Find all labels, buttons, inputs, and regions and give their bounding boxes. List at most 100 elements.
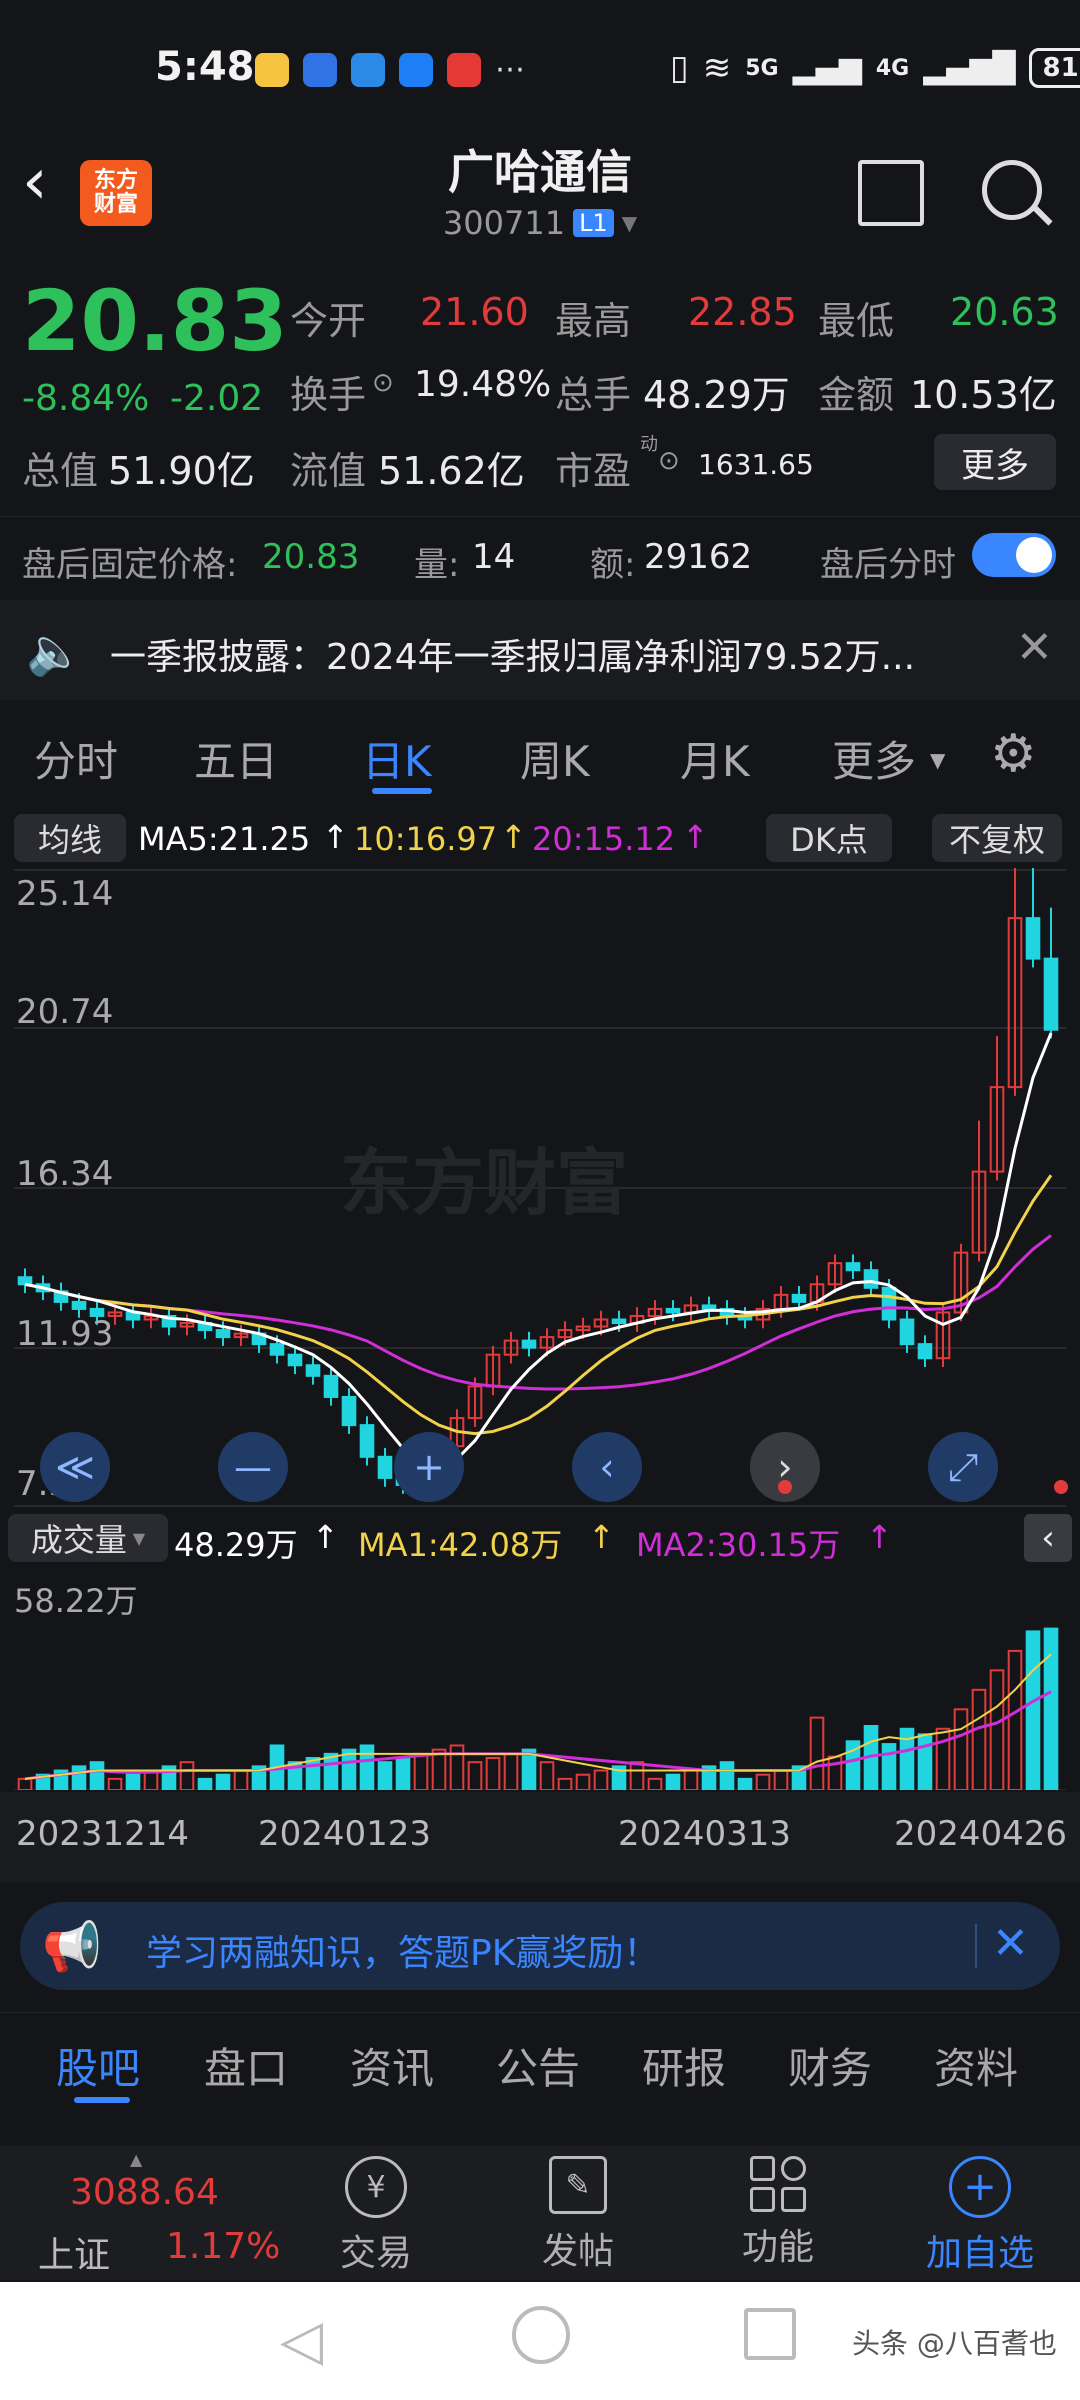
battery-indicator: 81 xyxy=(1029,48,1080,88)
indicator-selector[interactable]: 成交量 ▼ xyxy=(8,1514,168,1562)
candle-body xyxy=(611,1318,627,1325)
nav-add-watchlist[interactable]: + 加自选 xyxy=(910,2156,1050,2276)
caret-down-icon: ▼ xyxy=(930,748,946,772)
adjust-button[interactable]: 不复权 xyxy=(932,814,1062,862)
low-label: 最低 xyxy=(818,299,895,343)
turnover-label: 换手 xyxy=(290,373,367,417)
announcement-bar[interactable]: 🔈 一季报披露：2024年一季报归属净利润79.52万... ✕ xyxy=(0,600,1080,700)
blue-app2-icon xyxy=(351,52,385,87)
tab-intraday[interactable]: 分时 xyxy=(34,728,118,789)
tab-financials[interactable]: 财务 xyxy=(788,2035,872,2096)
volume-bar xyxy=(485,1757,501,1790)
more-button[interactable]: 更多 xyxy=(934,434,1056,490)
volume-bar xyxy=(593,1769,609,1790)
candle-body xyxy=(521,1339,537,1349)
active-section-indicator xyxy=(74,2097,130,2103)
tab-profile[interactable]: 资料 xyxy=(934,2035,1018,2096)
candle-body xyxy=(899,1318,915,1346)
tab-orderbook[interactable]: 盘口 xyxy=(204,2035,288,2096)
nav-post[interactable]: ✎ 发帖 xyxy=(518,2156,638,2276)
volume-chart[interactable]: 58.22万 xyxy=(0,1568,1080,1790)
volume-bar xyxy=(881,1743,897,1790)
candle-body xyxy=(881,1286,897,1321)
info-icon: ⊙ xyxy=(372,368,394,398)
volume-bar xyxy=(341,1748,357,1790)
candle-body xyxy=(269,1343,285,1356)
tab-daily-k[interactable]: 日K xyxy=(362,728,432,789)
nav-functions[interactable]: 功能 xyxy=(718,2156,838,2276)
nav-trade[interactable]: ¥ 交易 xyxy=(316,2156,436,2276)
afterhours-toggle[interactable] xyxy=(972,533,1056,577)
pe-info-icon: ⊙ xyxy=(658,446,680,476)
tab-monthly-k[interactable]: 月K xyxy=(680,728,750,789)
volume-bar xyxy=(647,1777,663,1790)
date-label-4: 20240426 xyxy=(894,1814,1068,1854)
pe-sup: 动 xyxy=(640,434,658,455)
close-icon[interactable]: ✕ xyxy=(992,1918,1029,1969)
floatcap-value: 51.62亿 xyxy=(378,449,525,493)
zoom-in-icon[interactable]: + xyxy=(394,1432,464,1502)
axis-label-top: 25.14 xyxy=(16,874,114,914)
more-button-label: 更多 xyxy=(961,445,1029,486)
volume-max: 58.22万 xyxy=(14,1582,138,1620)
afterhours-toggle-label: 盘后分时 xyxy=(820,545,956,585)
ma-selector[interactable]: 均线 xyxy=(14,814,126,862)
stock-title[interactable]: 广哈通信 300711 L1 ▼ xyxy=(340,136,740,242)
tab-more[interactable]: 更多 xyxy=(832,728,916,789)
afterhours-row: 盘后固定价格: 20.83 量: 14 额: 29162 盘后分时 xyxy=(0,516,1080,595)
afterhours-amt: 29162 xyxy=(644,537,753,577)
tab-announcements[interactable]: 公告 xyxy=(496,2035,580,2096)
nav-back-icon[interactable]: ◁ xyxy=(280,2308,323,2373)
stock-name: 广哈通信 xyxy=(448,145,632,199)
axis-label-2: 20.74 xyxy=(16,992,114,1032)
afterhours-vol: 14 xyxy=(472,537,516,577)
promo-banner[interactable]: 📢 学习两融知识，答题PK赢奖励！ ✕ xyxy=(20,1902,1060,1990)
volume-bar xyxy=(467,1761,483,1790)
volume-value: 48.29万 xyxy=(643,373,790,417)
candlestick-chart[interactable]: 东方财富 25.14 20.74 16.34 11.93 7.53 ≪ — + … xyxy=(0,868,1080,1508)
back-arrow-icon[interactable]: ‹ xyxy=(22,150,48,214)
ma20-arrow-icon: ↑ xyxy=(682,818,709,856)
up-caret-icon: ▲ xyxy=(130,2150,143,2169)
candle-body xyxy=(377,1455,393,1479)
red-dot-indicator xyxy=(778,1480,792,1494)
caret-down-icon: ▼ xyxy=(621,211,638,235)
nav-add-watchlist-label: 加自选 xyxy=(925,2233,1034,2274)
collapse-panel-icon[interactable]: ‹ xyxy=(1024,1514,1072,1562)
index-ticker[interactable]: ▲ 3088.64 上证 1.17% xyxy=(0,2146,280,2280)
fullscreen-icon[interactable]: ⤢ xyxy=(928,1432,998,1502)
volume-bar xyxy=(1007,1649,1023,1790)
volume-bar xyxy=(719,1761,735,1790)
gear-icon[interactable]: ⚙ xyxy=(990,724,1037,784)
nav-recents-icon[interactable] xyxy=(744,2308,796,2360)
tab-forum[interactable]: 股吧 xyxy=(56,2035,140,2096)
nav-post-label: 发帖 xyxy=(541,2231,614,2272)
step-back-icon[interactable]: ‹ xyxy=(572,1432,642,1502)
volume-bar xyxy=(683,1769,699,1790)
tab-news[interactable]: 资讯 xyxy=(350,2035,434,2096)
tab-5day[interactable]: 五日 xyxy=(194,728,278,789)
candle-body xyxy=(863,1269,879,1289)
dk-point-button[interactable]: DK点 xyxy=(766,814,892,862)
price-change-pct: -8.84% xyxy=(22,378,150,419)
close-icon[interactable]: ✕ xyxy=(1016,622,1053,673)
fast-back-icon[interactable]: ≪ xyxy=(40,1432,110,1502)
red-app-icon xyxy=(447,52,481,87)
nav-functions-label: 功能 xyxy=(741,2227,814,2268)
status-bar: 5:48 ⋯ ▯ ≋ 5G ▂▄▆ 4G ▂▄▆█ 81 xyxy=(0,40,1080,100)
candle-body xyxy=(305,1364,321,1377)
tab-weekly-k[interactable]: 周K xyxy=(520,728,590,789)
volume-bar xyxy=(179,1761,195,1790)
high-label: 最高 xyxy=(555,299,632,343)
open-label: 今开 xyxy=(290,299,367,343)
volume-bar xyxy=(665,1773,681,1790)
nav-home-icon[interactable] xyxy=(512,2306,570,2364)
volume-bar xyxy=(359,1744,375,1790)
pe-value: 1631.65 xyxy=(698,448,814,481)
zoom-out-icon[interactable]: — xyxy=(218,1432,288,1502)
quote-panel: 20.83 -8.84% -2.02 今开 21.60 最高 22.85 最低 … xyxy=(0,262,1080,502)
share-icon[interactable] xyxy=(858,160,924,226)
tab-research[interactable]: 研报 xyxy=(642,2035,726,2096)
chart-watermark: 东方财富 xyxy=(340,1141,629,1225)
axis-label-4: 11.93 xyxy=(16,1314,114,1354)
